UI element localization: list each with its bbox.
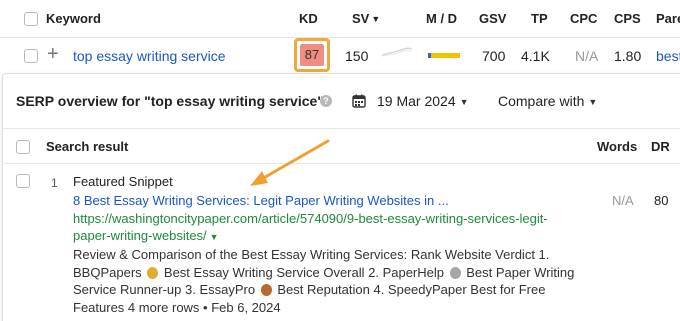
column-cpc[interactable]: CPC — [570, 11, 597, 26]
parent-topic-link[interactable]: best — [656, 48, 680, 64]
keyword-row-checkbox[interactable] — [24, 49, 38, 63]
compare-with-label: Compare with — [498, 93, 585, 109]
result-checkbox[interactable] — [16, 174, 30, 188]
column-sv-label: SV — [352, 11, 370, 26]
serp-select-all-checkbox[interactable] — [16, 140, 30, 154]
silver-medal-icon — [449, 266, 461, 279]
column-search-result[interactable]: Search result — [46, 139, 128, 154]
trend-sparkline-icon[interactable] — [381, 44, 413, 60]
gsv-value: 700 — [482, 48, 506, 64]
tp-value: 4.1K — [521, 48, 550, 64]
column-md[interactable]: M / D — [426, 11, 457, 26]
chevron-down-icon[interactable]: ▼ — [210, 232, 219, 242]
date-value: 19 Mar 2024 — [377, 93, 456, 109]
result-words-value: N/A — [612, 193, 634, 208]
cps-value: 1.80 — [614, 48, 642, 64]
cpc-value: N/A — [575, 48, 599, 64]
select-all-checkbox[interactable] — [24, 12, 38, 26]
search-volume-value: 150 — [345, 48, 369, 64]
mobile-desktop-bar[interactable] — [428, 53, 460, 58]
column-parent-topic[interactable]: Pare — [656, 11, 680, 26]
column-sv[interactable]: SV ▼ — [352, 11, 380, 26]
expand-plus-icon[interactable]: + — [47, 44, 59, 64]
keyword-table-header: Keyword KD SV▼ M / D GSV TP CPC CPS Pare — [0, 0, 680, 38]
column-tp[interactable]: TP — [531, 11, 548, 26]
bronze-medal-icon — [260, 284, 272, 296]
kd-highlight-box: 87 — [294, 38, 330, 72]
result-title-link[interactable]: 8 Best Essay Writing Services: Legit Pap… — [73, 193, 449, 208]
column-keyword[interactable]: Keyword — [46, 11, 101, 26]
compare-with-dropdown[interactable]: Compare with ▼ — [498, 93, 597, 109]
sort-desc-icon: ▼ — [371, 14, 381, 24]
calendar-icon[interactable] — [352, 94, 366, 108]
chevron-down-icon: ▼ — [588, 97, 598, 107]
result-dr-value: 80 — [654, 193, 669, 208]
help-icon[interactable]: ? — [320, 95, 332, 107]
result-url[interactable]: https://washingtoncitypaper.com/article/… — [73, 210, 583, 246]
serp-overview-title: SERP overview for "top essay writing ser… — [16, 93, 324, 109]
kd-score-badge[interactable]: 87 — [300, 44, 324, 66]
gold-medal-icon — [147, 266, 159, 279]
column-kd[interactable]: KD — [299, 11, 318, 26]
chevron-down-icon: ▼ — [459, 97, 469, 107]
result-desc-part-2: Best Essay Writing Service Overall 2. Pa… — [163, 264, 444, 280]
column-cps[interactable]: CPS — [614, 11, 641, 26]
result-url-text: https://washingtoncitypaper.com/article/… — [73, 211, 548, 243]
result-rank: 1 — [51, 176, 58, 190]
column-dr[interactable]: DR — [651, 139, 670, 154]
result-type-label: Featured Snippet — [73, 174, 173, 189]
column-words[interactable]: Words — [597, 139, 637, 154]
date-picker[interactable]: 19 Mar 2024 ▼ — [377, 93, 469, 109]
result-description: Review & Comparison of the Best Essay Wr… — [73, 246, 593, 316]
keyword-link[interactable]: top essay writing service — [73, 48, 226, 64]
column-gsv[interactable]: GSV — [479, 11, 506, 26]
